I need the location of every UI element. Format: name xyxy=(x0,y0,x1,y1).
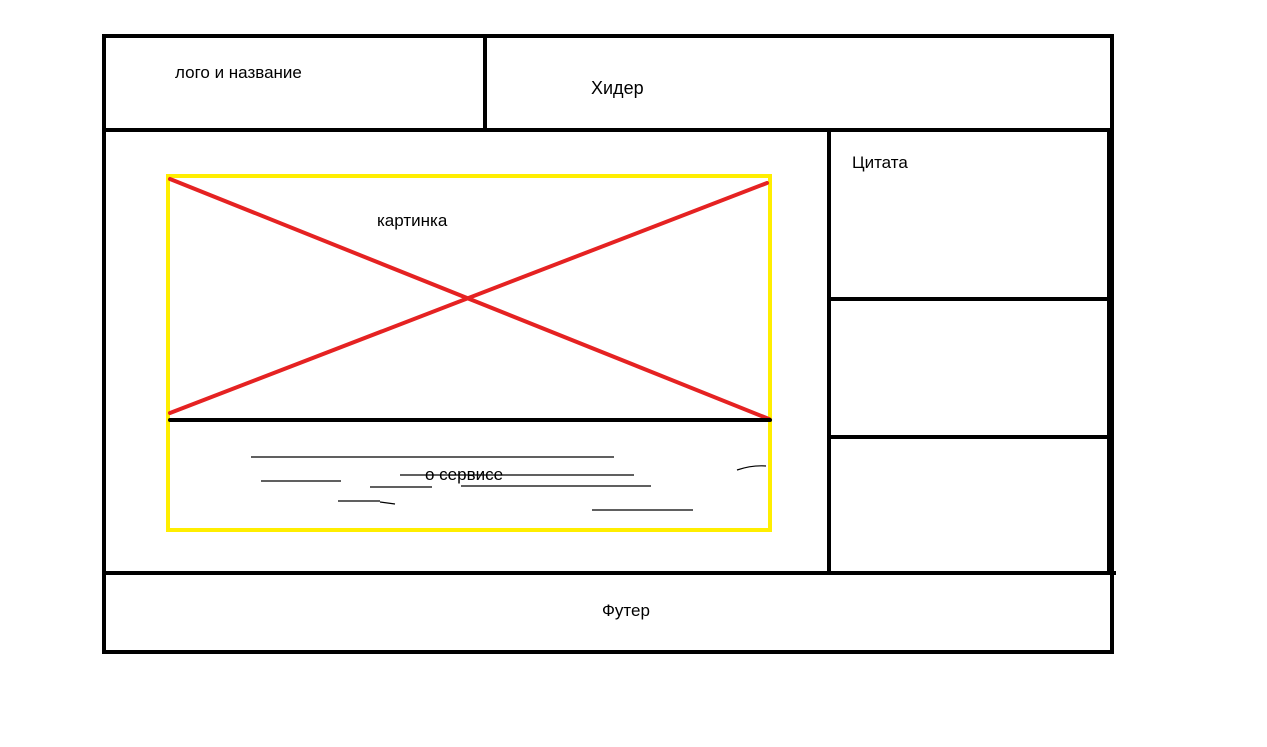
image-label: картинка xyxy=(377,211,448,230)
quote-label: Цитата xyxy=(852,153,908,172)
about-service-label: о сервисе xyxy=(425,465,504,484)
text-scribbles xyxy=(251,456,767,511)
wireframe-diagram xyxy=(102,34,1116,654)
footer-label: Футер xyxy=(602,601,650,620)
logo-and-name-label: лого и название xyxy=(175,63,302,82)
header-label: Хидер xyxy=(591,78,644,98)
image-cross-line-2 xyxy=(168,181,769,415)
